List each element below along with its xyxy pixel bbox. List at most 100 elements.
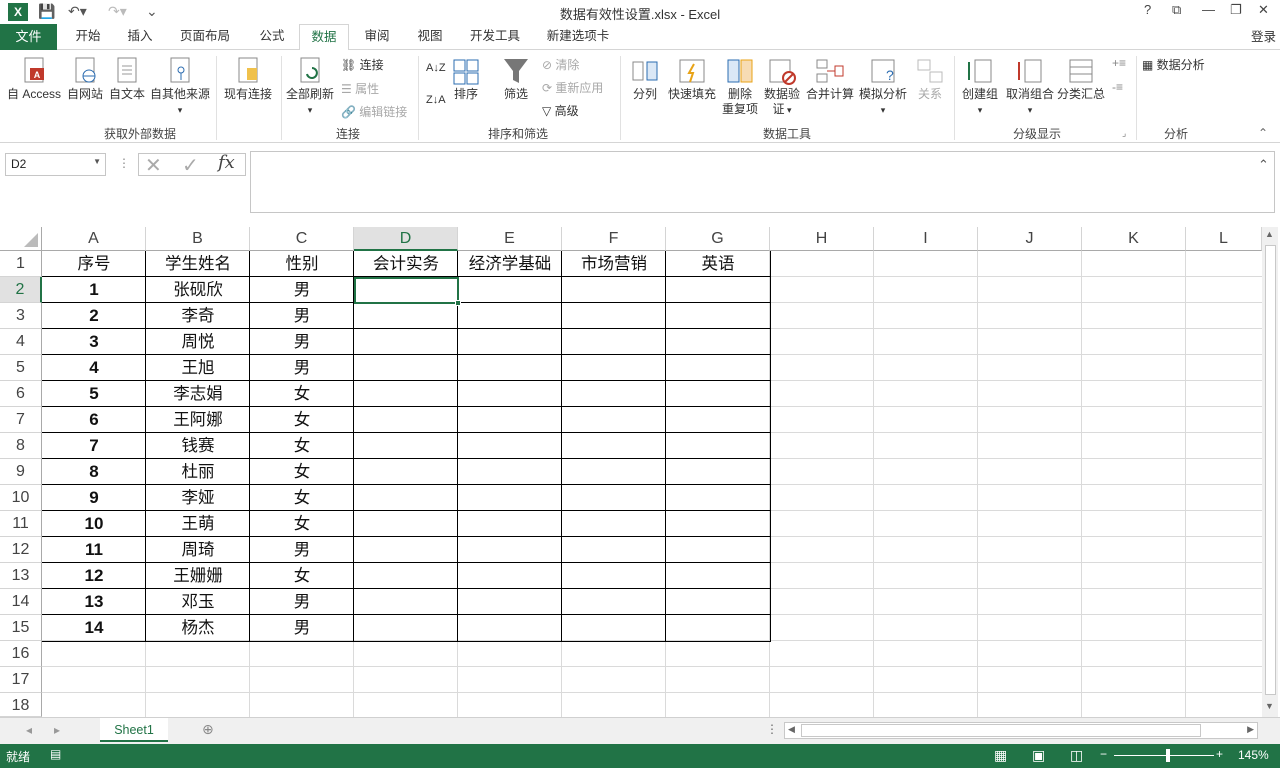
refresh-all-button[interactable]: 全部刷新 ▾ [284, 56, 336, 118]
column-header-d[interactable]: D [354, 227, 458, 251]
table-cell[interactable]: 邓玉 [146, 589, 250, 615]
scroll-up-icon[interactable]: ▲ [1265, 229, 1274, 239]
column-header-h[interactable]: H [770, 227, 874, 251]
table-cell[interactable]: 10 [42, 511, 146, 537]
table-cell[interactable]: 9 [42, 485, 146, 511]
row-header[interactable]: 1 [0, 251, 42, 277]
scroll-right-icon[interactable]: ▶ [1247, 724, 1254, 735]
table-cell[interactable]: 女 [250, 511, 354, 537]
zoom-out-icon[interactable]: − [1100, 747, 1107, 761]
collapse-formula-bar-icon[interactable]: ⌃ [1258, 157, 1269, 173]
table-cell[interactable]: 王旭 [146, 355, 250, 381]
row-header[interactable]: 4 [0, 329, 42, 355]
reapply-button[interactable]: ⟳ 重新应用 [542, 79, 603, 96]
row-header[interactable]: 7 [0, 407, 42, 433]
header-cell[interactable]: 经济学基础 [458, 251, 562, 277]
column-header-f[interactable]: F [562, 227, 666, 251]
horizontal-scrollbar[interactable]: ◀ ▶ [784, 722, 1258, 739]
table-cell[interactable]: 14 [42, 615, 146, 641]
row-header[interactable]: 10 [0, 485, 42, 511]
minimize-button[interactable]: — [1202, 2, 1215, 17]
tab-data[interactable]: 数据 [299, 24, 349, 51]
tab-home[interactable]: 开始 [66, 24, 110, 51]
row-header[interactable]: 5 [0, 355, 42, 381]
table-cell[interactable]: 王萌 [146, 511, 250, 537]
table-cell[interactable]: 周琦 [146, 537, 250, 563]
from-text-button[interactable]: 自文本 [106, 56, 148, 102]
table-cell[interactable]: 7 [42, 433, 146, 459]
row-header[interactable]: 3 [0, 303, 42, 329]
table-cell[interactable]: 女 [250, 459, 354, 485]
tab-file[interactable]: 文件 [0, 24, 57, 50]
select-all-corner[interactable] [0, 227, 42, 251]
subtotal-button[interactable]: 分类汇总 [1056, 56, 1106, 102]
tab-new[interactable]: 新建选项卡 [540, 24, 616, 51]
table-cell[interactable]: 男 [250, 355, 354, 381]
filter-button[interactable]: 筛选 [498, 56, 534, 102]
tab-formulas[interactable]: 公式 [250, 24, 294, 51]
table-cell[interactable]: 男 [250, 615, 354, 641]
column-header-b[interactable]: B [146, 227, 250, 251]
restore-button[interactable]: ❐ [1230, 2, 1242, 18]
tab-review[interactable]: 审阅 [355, 24, 399, 51]
row-header[interactable]: 8 [0, 433, 42, 459]
column-header-l[interactable]: L [1186, 227, 1262, 251]
existing-connections-button[interactable]: 现有连接 [220, 56, 276, 102]
cancel-icon[interactable]: ✕ [145, 153, 162, 178]
zoom-in-icon[interactable]: + [1216, 747, 1223, 761]
table-cell[interactable]: 男 [250, 329, 354, 355]
name-box[interactable]: D2 ▼ [5, 153, 106, 176]
help-button[interactable]: ? [1144, 2, 1151, 17]
row-header[interactable]: 18 [0, 693, 42, 717]
tab-insert[interactable]: 插入 [118, 24, 162, 51]
zoom-slider-thumb[interactable] [1166, 749, 1170, 762]
vertical-scroll-thumb[interactable] [1265, 245, 1276, 695]
page-break-view-icon[interactable]: ◫ [1070, 747, 1083, 764]
sort-button[interactable]: 排序 [448, 56, 484, 102]
new-sheet-icon[interactable]: ⊕ [202, 721, 214, 738]
column-header-i[interactable]: I [874, 227, 978, 251]
row-header[interactable]: 15 [0, 615, 42, 641]
table-cell[interactable]: 钱赛 [146, 433, 250, 459]
table-cell[interactable]: 王姗姗 [146, 563, 250, 589]
table-cell[interactable]: 男 [250, 277, 354, 303]
column-header-g[interactable]: G [666, 227, 770, 251]
column-header-e[interactable]: E [458, 227, 562, 251]
advanced-filter-button[interactable]: ▽ 高级 [542, 102, 579, 119]
edit-links-button[interactable]: 🔗 编辑链接 [341, 103, 407, 120]
sort-ascending-icon[interactable]: A↓Z [426, 62, 446, 74]
data-validation-button[interactable]: 数据验证 ▾ [762, 56, 802, 118]
relationships-button[interactable]: 关系 [912, 56, 948, 102]
next-sheet-icon[interactable]: ▸ [54, 723, 60, 737]
row-header[interactable]: 2 [0, 277, 42, 303]
column-header-a[interactable]: A [42, 227, 146, 251]
table-cell[interactable]: 11 [42, 537, 146, 563]
row-header[interactable]: 14 [0, 589, 42, 615]
consolidate-button[interactable]: 合并计算 [804, 56, 856, 102]
table-cell[interactable]: 1 [42, 277, 146, 303]
page-layout-view-icon[interactable]: ▣ [1032, 747, 1045, 764]
column-header-c[interactable]: C [250, 227, 354, 251]
tab-developer[interactable]: 开发工具 [462, 24, 528, 51]
data-analysis-button[interactable]: ▦ 数据分析 [1142, 56, 1205, 73]
header-cell[interactable]: 英语 [666, 251, 770, 277]
tab-view[interactable]: 视图 [408, 24, 452, 51]
table-cell[interactable]: 杜丽 [146, 459, 250, 485]
row-header[interactable]: 9 [0, 459, 42, 485]
table-cell[interactable]: 男 [250, 303, 354, 329]
table-cell[interactable]: 2 [42, 303, 146, 329]
table-cell[interactable]: 3 [42, 329, 146, 355]
scroll-left-icon[interactable]: ◀ [788, 724, 795, 735]
header-cell[interactable]: 序号 [42, 251, 146, 277]
table-cell[interactable]: 李奇 [146, 303, 250, 329]
header-cell[interactable]: 学生姓名 [146, 251, 250, 277]
header-cell[interactable]: 性别 [250, 251, 354, 277]
header-cell[interactable]: 会计实务 [354, 251, 458, 277]
table-cell[interactable]: 女 [250, 381, 354, 407]
table-cell[interactable]: 5 [42, 381, 146, 407]
table-cell[interactable]: 8 [42, 459, 146, 485]
table-cell[interactable]: 张砚欣 [146, 277, 250, 303]
connections-button[interactable]: ⛓ 连接 [341, 56, 384, 73]
spreadsheet-grid[interactable]: A B C D E F G H I J K L 1 2 3 4 5 6 7 8 … [0, 227, 1262, 717]
close-button[interactable]: ✕ [1258, 2, 1269, 18]
